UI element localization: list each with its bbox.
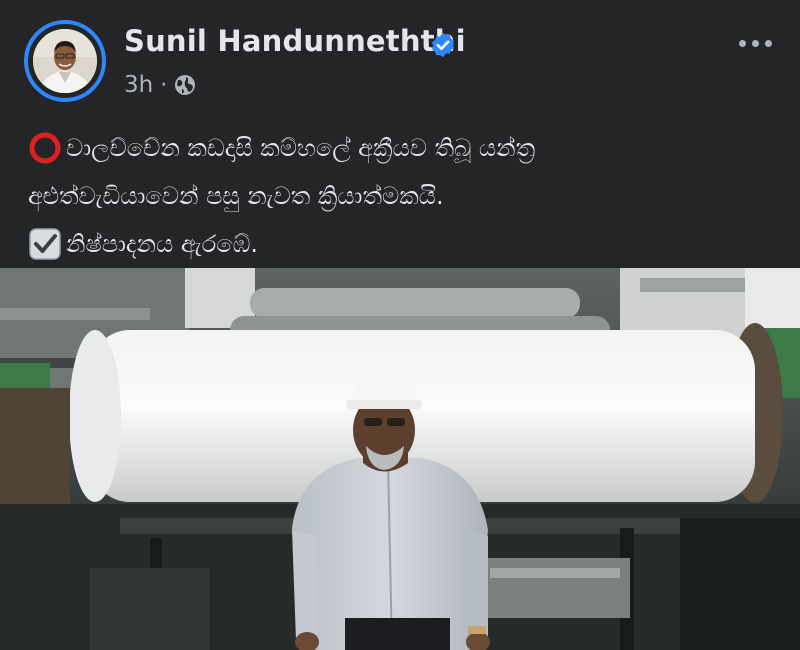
more-dot bbox=[764, 39, 772, 47]
verified-badge-icon bbox=[432, 32, 454, 58]
post-text: අළුත්වැඩියාවෙන් පසු නැවත ක්‍රියාත්මකයි. bbox=[28, 182, 444, 210]
post-meta: 3h · bbox=[124, 70, 197, 100]
post-header: Sunil Handunneththi 3h · bbox=[0, 0, 800, 115]
globe-icon[interactable] bbox=[173, 73, 197, 97]
post-text: නිෂ්පාදනය ඇරඹේ. bbox=[66, 230, 258, 258]
check-box-icon bbox=[29, 228, 61, 260]
more-dot bbox=[738, 39, 746, 47]
avatar-photo bbox=[33, 29, 97, 93]
avatar-story-ring[interactable] bbox=[24, 20, 106, 102]
more-options-button[interactable] bbox=[730, 26, 780, 60]
post-text: වාලච්චේන කඩදාසි කම්හලේ අක්‍රීයව තිබූ යන්… bbox=[66, 134, 536, 162]
author-name[interactable]: Sunil Handunneththi bbox=[124, 24, 466, 58]
post-timestamp[interactable]: 3h bbox=[124, 72, 153, 98]
meta-separator: · bbox=[160, 72, 168, 98]
post-text-line: අළුත්වැඩියාවෙන් පසු නැවත ක්‍රියාත්මකයි. bbox=[28, 172, 778, 220]
post-body: වාලච්චේන කඩදාසි කම්හලේ අක්‍රීයව තිබූ යන්… bbox=[28, 124, 778, 268]
post-video[interactable] bbox=[0, 268, 800, 650]
post-text-line: නිෂ්පාදනය ඇරඹේ. bbox=[28, 220, 778, 268]
hollow-red-circle-icon bbox=[29, 132, 61, 164]
video-frame-image bbox=[0, 268, 800, 650]
avatar[interactable] bbox=[33, 29, 97, 93]
post-text-line: වාලච්චේන කඩදාසි කම්හලේ අක්‍රීයව තිබූ යන්… bbox=[28, 124, 778, 172]
facebook-post: Sunil Handunneththi 3h · වාලච්චේන කඩදාසි… bbox=[0, 0, 800, 650]
more-dot bbox=[751, 39, 759, 47]
